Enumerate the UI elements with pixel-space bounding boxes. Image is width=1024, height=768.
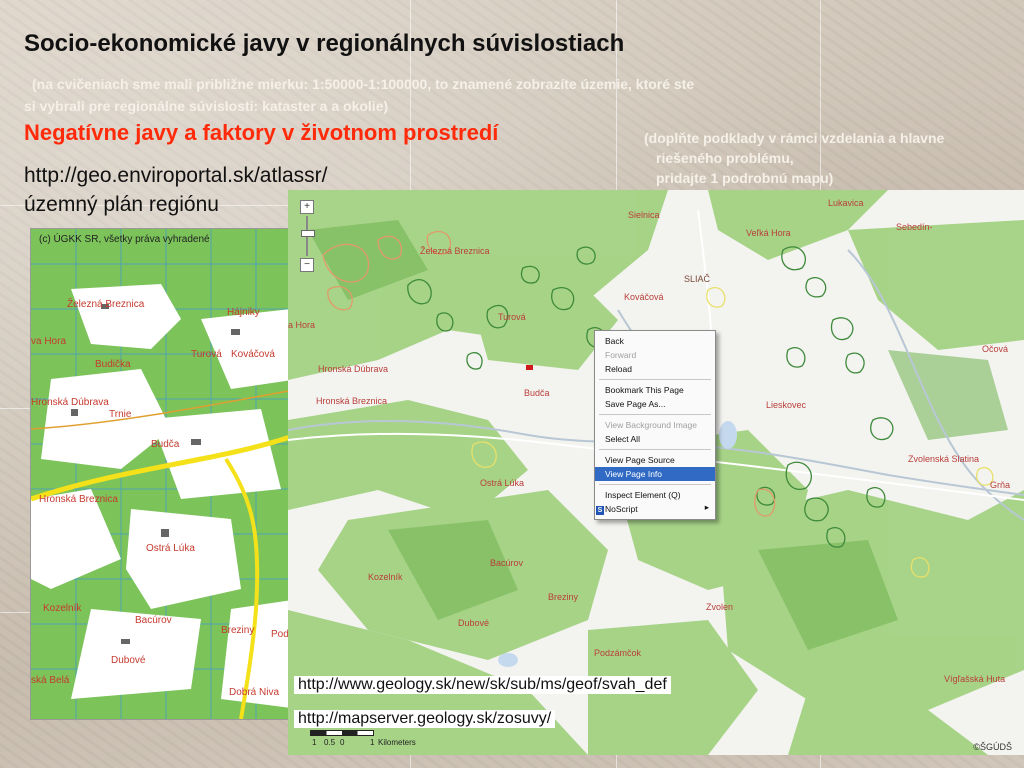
map-place: Lukavica (828, 198, 864, 208)
left-map-place: Dobrá Niva (229, 687, 280, 698)
left-map-place: Kozelník (43, 603, 82, 614)
menu-item-forward[interactable]: Forward (595, 348, 715, 362)
map-copyright: ©ŠGÚDŠ (973, 742, 1012, 752)
map-place: Očová (982, 344, 1009, 354)
submenu-arrow-icon: ▸ (704, 502, 709, 512)
zoom-out-button[interactable]: − (300, 258, 314, 272)
map-place: SLIAČ (684, 274, 711, 284)
left-map-place: Pod (271, 629, 289, 640)
menu-separator (599, 449, 711, 450)
menu-separator (599, 379, 711, 380)
map-place: Bacúrov (490, 558, 524, 568)
menu-item-noscript-label: NoScript (605, 504, 638, 514)
map-place: Lieskovec (766, 400, 807, 410)
menu-item-view-background-image[interactable]: View Background Image (595, 418, 715, 432)
left-map-place: Budička (95, 359, 131, 370)
atlas-caption: územný plán regiónu (24, 193, 219, 216)
menu-item-view-page-source[interactable]: View Page Source (595, 453, 715, 467)
map-place: Podzámčok (594, 648, 642, 658)
zoom-slider[interactable] (301, 216, 315, 256)
subnote-line2: si vybrali pre regionálne súvislosti: ka… (24, 98, 389, 114)
map-place: Grňa (990, 480, 1011, 490)
map-place: Breziny (548, 592, 579, 602)
left-map-place: ská Belá (31, 675, 70, 686)
map-place: Sebedín- (896, 222, 933, 232)
left-map-place: Železná Breznica (67, 299, 145, 310)
heading-note-line1: (doplňte podklady v rámci vzdelania a hl… (644, 130, 945, 146)
left-map-place: Ostrá Lúka (146, 543, 195, 554)
left-map-place: va Hora (31, 336, 67, 347)
scale-bar-graphic (310, 730, 374, 736)
atlas-url[interactable]: http://geo.enviroportal.sk/atlassr/ (24, 164, 328, 188)
left-map-place: Hronská Breznica (39, 494, 118, 505)
menu-item-noscript[interactable]: S NoScript ▸ (595, 502, 715, 516)
heading-note-line2: riešeného problému, (656, 150, 794, 166)
map-place: Dubové (458, 618, 490, 628)
map-place: Sielnica (628, 210, 660, 220)
menu-separator (599, 414, 711, 415)
link-svah[interactable]: http://www.geology.sk/new/sk/sub/ms/geof… (294, 676, 671, 694)
heading-note: (doplňte podklady v rámci vzdelania a hl… (644, 128, 1024, 188)
map-place: Kozelník (368, 572, 403, 582)
left-map-place: Turová (191, 349, 222, 360)
scale-tick: 0.5 (324, 738, 336, 747)
scale-tick: 0 (340, 738, 345, 747)
zoom-control[interactable]: + − (300, 200, 315, 272)
subnote: (na cvičeniach sme mali približne mierku… (24, 73, 854, 117)
map-place: Vígľašská Huta (944, 674, 1006, 684)
subnote-line1: (na cvičeniach sme mali približne mierku… (32, 76, 695, 92)
link-zosuvy[interactable]: http://mapserver.geology.sk/zosuvy/ (294, 710, 556, 728)
left-map-place: Kováčová (231, 349, 275, 360)
menu-item-view-page-info[interactable]: View Page Info (595, 467, 715, 481)
menu-item-back[interactable]: Back (595, 334, 715, 348)
map-place: Ostrá Lúka (480, 478, 525, 488)
map-place: Turová (498, 312, 526, 322)
map-place: Budča (524, 388, 550, 398)
map-place: Železná Breznica (420, 246, 490, 256)
menu-item-inspect-element[interactable]: Inspect Element (Q) (595, 488, 715, 502)
noscript-icon: S (596, 506, 604, 515)
map-place: Kováčová (624, 292, 664, 302)
map-place: Hronská Breznica (316, 396, 388, 406)
slide-title: Socio-ekonomické javy v regionálnych súv… (24, 30, 625, 57)
scale-unit: Kilometers (378, 738, 416, 747)
scale-tick: 1 (312, 738, 317, 747)
map-place: a Hora (288, 320, 316, 330)
heading-note-line3: pridajte 1 podrobnú mapu) (656, 170, 834, 186)
map-place: Zvolenská Slatina (908, 454, 980, 464)
left-map-copyright: (c) ÚGKK SR, všetky práva vyhradené (39, 234, 210, 245)
zoom-in-button[interactable]: + (300, 200, 314, 214)
left-map-place: Hájniky (227, 307, 260, 318)
map-place: Veľká Hora (746, 228, 791, 238)
menu-item-bookmark-page[interactable]: Bookmark This Page (595, 383, 715, 397)
left-map-place: Bacúrov (135, 615, 172, 626)
landslide-map[interactable]: + − Sielnica Lukavica Sebedín- Železná B… (288, 190, 1024, 755)
menu-item-reload[interactable]: Reload (595, 362, 715, 376)
scale-tick: 1 (370, 738, 375, 747)
menu-separator (599, 484, 711, 485)
left-map-place: Dubové (111, 655, 146, 666)
menu-item-save-page-as[interactable]: Save Page As... (595, 397, 715, 411)
left-map-place: Budča (151, 439, 180, 450)
left-map-place: Breziny (221, 625, 255, 636)
zoom-slider-knob[interactable] (301, 230, 315, 237)
heading-negative-factors: Negatívne javy a faktory v životnom pros… (24, 120, 499, 145)
map-place: Hronská Dúbrava (318, 364, 389, 374)
territorial-plan-map[interactable]: (c) ÚGKK SR, všetky práva vyhradené Žele… (30, 228, 300, 720)
left-map-place: Trnie (109, 409, 132, 420)
menu-item-select-all[interactable]: Select All (595, 432, 715, 446)
left-map-place: Hronská Dúbrava (31, 397, 109, 408)
context-menu[interactable]: Back Forward Reload Bookmark This Page S… (594, 330, 716, 520)
map-place: Zvolen (706, 602, 734, 612)
